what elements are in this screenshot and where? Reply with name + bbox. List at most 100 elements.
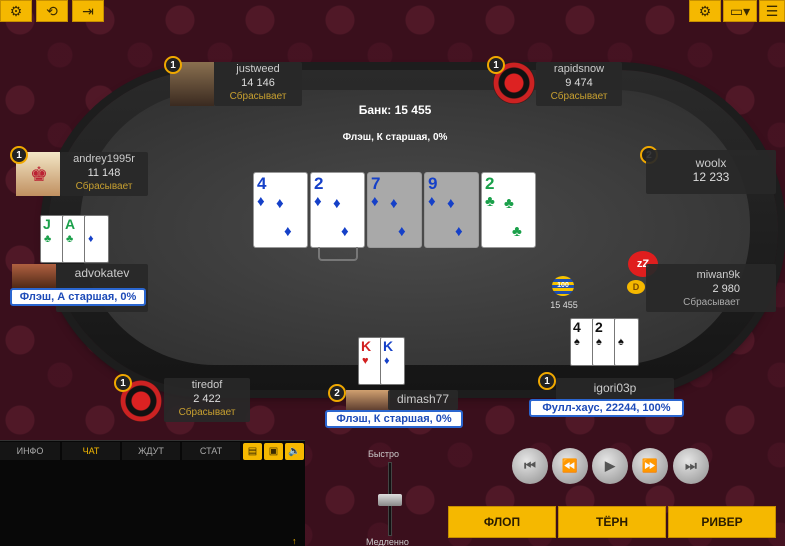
plate-miwan9k[interactable]: miwan9k 2 980 Сбрасывает — [646, 264, 776, 312]
refresh-icon: ⟲ — [46, 2, 58, 19]
hand-label-igori03p: Фулл-хаус, 22244, 100% — [529, 399, 684, 417]
layout-button[interactable]: ▭▾ — [723, 0, 757, 22]
card-pip: ♦ — [390, 195, 398, 212]
fast-forward-button[interactable]: ⏩ — [632, 448, 668, 484]
hole-card: K ♦ — [380, 337, 405, 385]
player-stack: 14 146 — [241, 77, 275, 89]
play-icon: ▶ — [605, 458, 615, 473]
card-rank: A — [65, 216, 76, 232]
player-status: Сбрасывает — [683, 297, 740, 308]
card-suit: ♦ — [314, 193, 322, 210]
card-suit: ♦ — [371, 193, 379, 210]
hole-card: ♠ — [614, 318, 639, 366]
seat-badge-igori03p: 1 — [538, 372, 556, 390]
tab-info[interactable]: ИНФО — [0, 442, 60, 460]
chat-bubble-button[interactable]: ▤ — [243, 443, 262, 460]
card-suit: ♣ — [485, 193, 495, 210]
player-stack: 2 422 — [193, 393, 221, 405]
plate-tiredof[interactable]: tiredof 2 422 Сбрасывает — [164, 378, 250, 422]
player-name: advokatev — [74, 266, 130, 280]
player-status: Сбрасывает — [229, 91, 287, 102]
player-stack: 2 980 — [712, 283, 740, 295]
board-card: 2 ♦ ♦ ♦ — [310, 172, 365, 248]
seat-badge-andrey1995r: 1 — [10, 146, 28, 164]
settings-icon: ⚙ — [698, 2, 712, 19]
card-pip: ♦ — [447, 195, 455, 212]
speed-fast-label: Быстро — [368, 449, 400, 459]
player-name: rapidsnow — [553, 63, 605, 75]
player-name: miwan9k — [696, 269, 740, 281]
chat-bubble-icon: ▤ — [247, 446, 258, 457]
skip-start-button[interactable]: ⏮ — [512, 448, 548, 484]
avatar-dimash77 — [346, 390, 390, 410]
play-button[interactable]: ▶ — [592, 448, 628, 484]
chat-scroll-arrow[interactable]: ↑ — [292, 536, 300, 546]
tab-stats[interactable]: СТАТ — [182, 442, 240, 460]
card-rank: J — [43, 216, 51, 232]
menu-button[interactable]: ☰ — [759, 0, 785, 22]
plate-igori03p[interactable]: igori03p — [556, 378, 674, 400]
plate-dimash77[interactable]: dimash77 — [388, 390, 458, 410]
seat-badge-rapidsnow: 1 — [487, 56, 505, 74]
speed-slow-label: Медленно — [366, 537, 409, 546]
card-rank: 2 — [595, 319, 603, 335]
card-rank: 4 — [573, 319, 581, 335]
rewind-button[interactable]: ⏪ — [552, 448, 588, 484]
player-stack: 12 233 — [692, 170, 730, 184]
chip-stack-icon: 100 — [552, 276, 574, 296]
seat-badge-dimash77: 2 — [328, 384, 346, 402]
river-button[interactable]: РИВЕР — [668, 506, 776, 538]
plate-justweed[interactable]: justweed 14 146 Сбрасывает — [214, 62, 302, 106]
hand-label-advokatev: Флэш, А старшая, 0% — [10, 288, 146, 306]
board-card: 4 ♦ ♦ ♦ — [253, 172, 308, 248]
refresh-button[interactable]: ⟲ — [36, 0, 68, 22]
card-suit: ♦ — [257, 193, 265, 210]
exit-button[interactable]: ⇥ — [72, 0, 104, 22]
plate-rapidsnow[interactable]: rapidsnow 9 474 Сбрасывает — [536, 62, 622, 106]
fast-forward-icon: ⏩ — [641, 458, 659, 473]
player-stack: 11 148 — [87, 167, 121, 179]
player-stack: 9 474 — [565, 77, 593, 89]
gear-circle-icon: ⚙ — [9, 2, 23, 19]
card-pip: ♦ — [341, 223, 349, 240]
player-name: igori03p — [593, 381, 637, 395]
hole-card: ♦ — [84, 215, 109, 263]
plate-andrey1995r[interactable]: andrey1995r 11 148 Сбрасывает — [60, 152, 148, 196]
turn-button[interactable]: ТЁРН — [558, 506, 666, 538]
player-status: Сбрасывает — [550, 91, 608, 102]
card-stand — [318, 247, 358, 261]
card-rank: 4 — [257, 174, 267, 193]
dealer-button: D — [627, 280, 645, 294]
player-status: Сбрасывает — [75, 181, 133, 192]
card-pip: ♣ — [512, 223, 522, 240]
card-suit: ♣ — [44, 233, 52, 245]
board-card: 7 ♦ ♦ ♦ — [367, 172, 422, 248]
card-suit: ♦ — [88, 233, 94, 245]
sound-icon: 🔈 — [288, 446, 301, 457]
board-card: 9 ♦ ♦ ♦ — [424, 172, 479, 248]
skip-end-button[interactable]: ⏭ — [673, 448, 709, 484]
plate-woolx[interactable]: woolx 12 233 — [646, 150, 776, 194]
player-status: Сбрасывает — [178, 407, 236, 418]
layout-icon: ▭▾ — [729, 2, 751, 19]
tab-chat[interactable]: ЧАТ — [62, 442, 120, 460]
tab-waiting[interactable]: ЖДУТ — [122, 442, 180, 460]
flop-button[interactable]: ФЛОП — [448, 506, 556, 538]
card-rank: 2 — [485, 174, 495, 193]
card-rank: 9 — [428, 174, 438, 193]
exit-icon: ⇥ — [82, 2, 94, 19]
card-pip: ♦ — [333, 195, 341, 212]
player-name: dimash77 — [396, 392, 450, 406]
lobby-button[interactable]: ⚙ — [0, 0, 32, 22]
emoticons-button[interactable]: ▣ — [264, 443, 283, 460]
player-name: andrey1995r — [73, 153, 135, 165]
speed-slider-handle[interactable] — [378, 494, 402, 506]
card-suit: ♦ — [428, 193, 436, 210]
card-pip: ♦ — [276, 195, 284, 212]
card-suit: ♠ — [618, 336, 624, 348]
pot-label: Банк: 15 455 — [358, 103, 432, 117]
seat-badge-tiredof: 1 — [114, 374, 132, 392]
skip-end-icon: ⏭ — [685, 458, 697, 473]
settings-button[interactable]: ⚙ — [689, 0, 721, 22]
sound-button[interactable]: 🔈 — [285, 443, 304, 460]
